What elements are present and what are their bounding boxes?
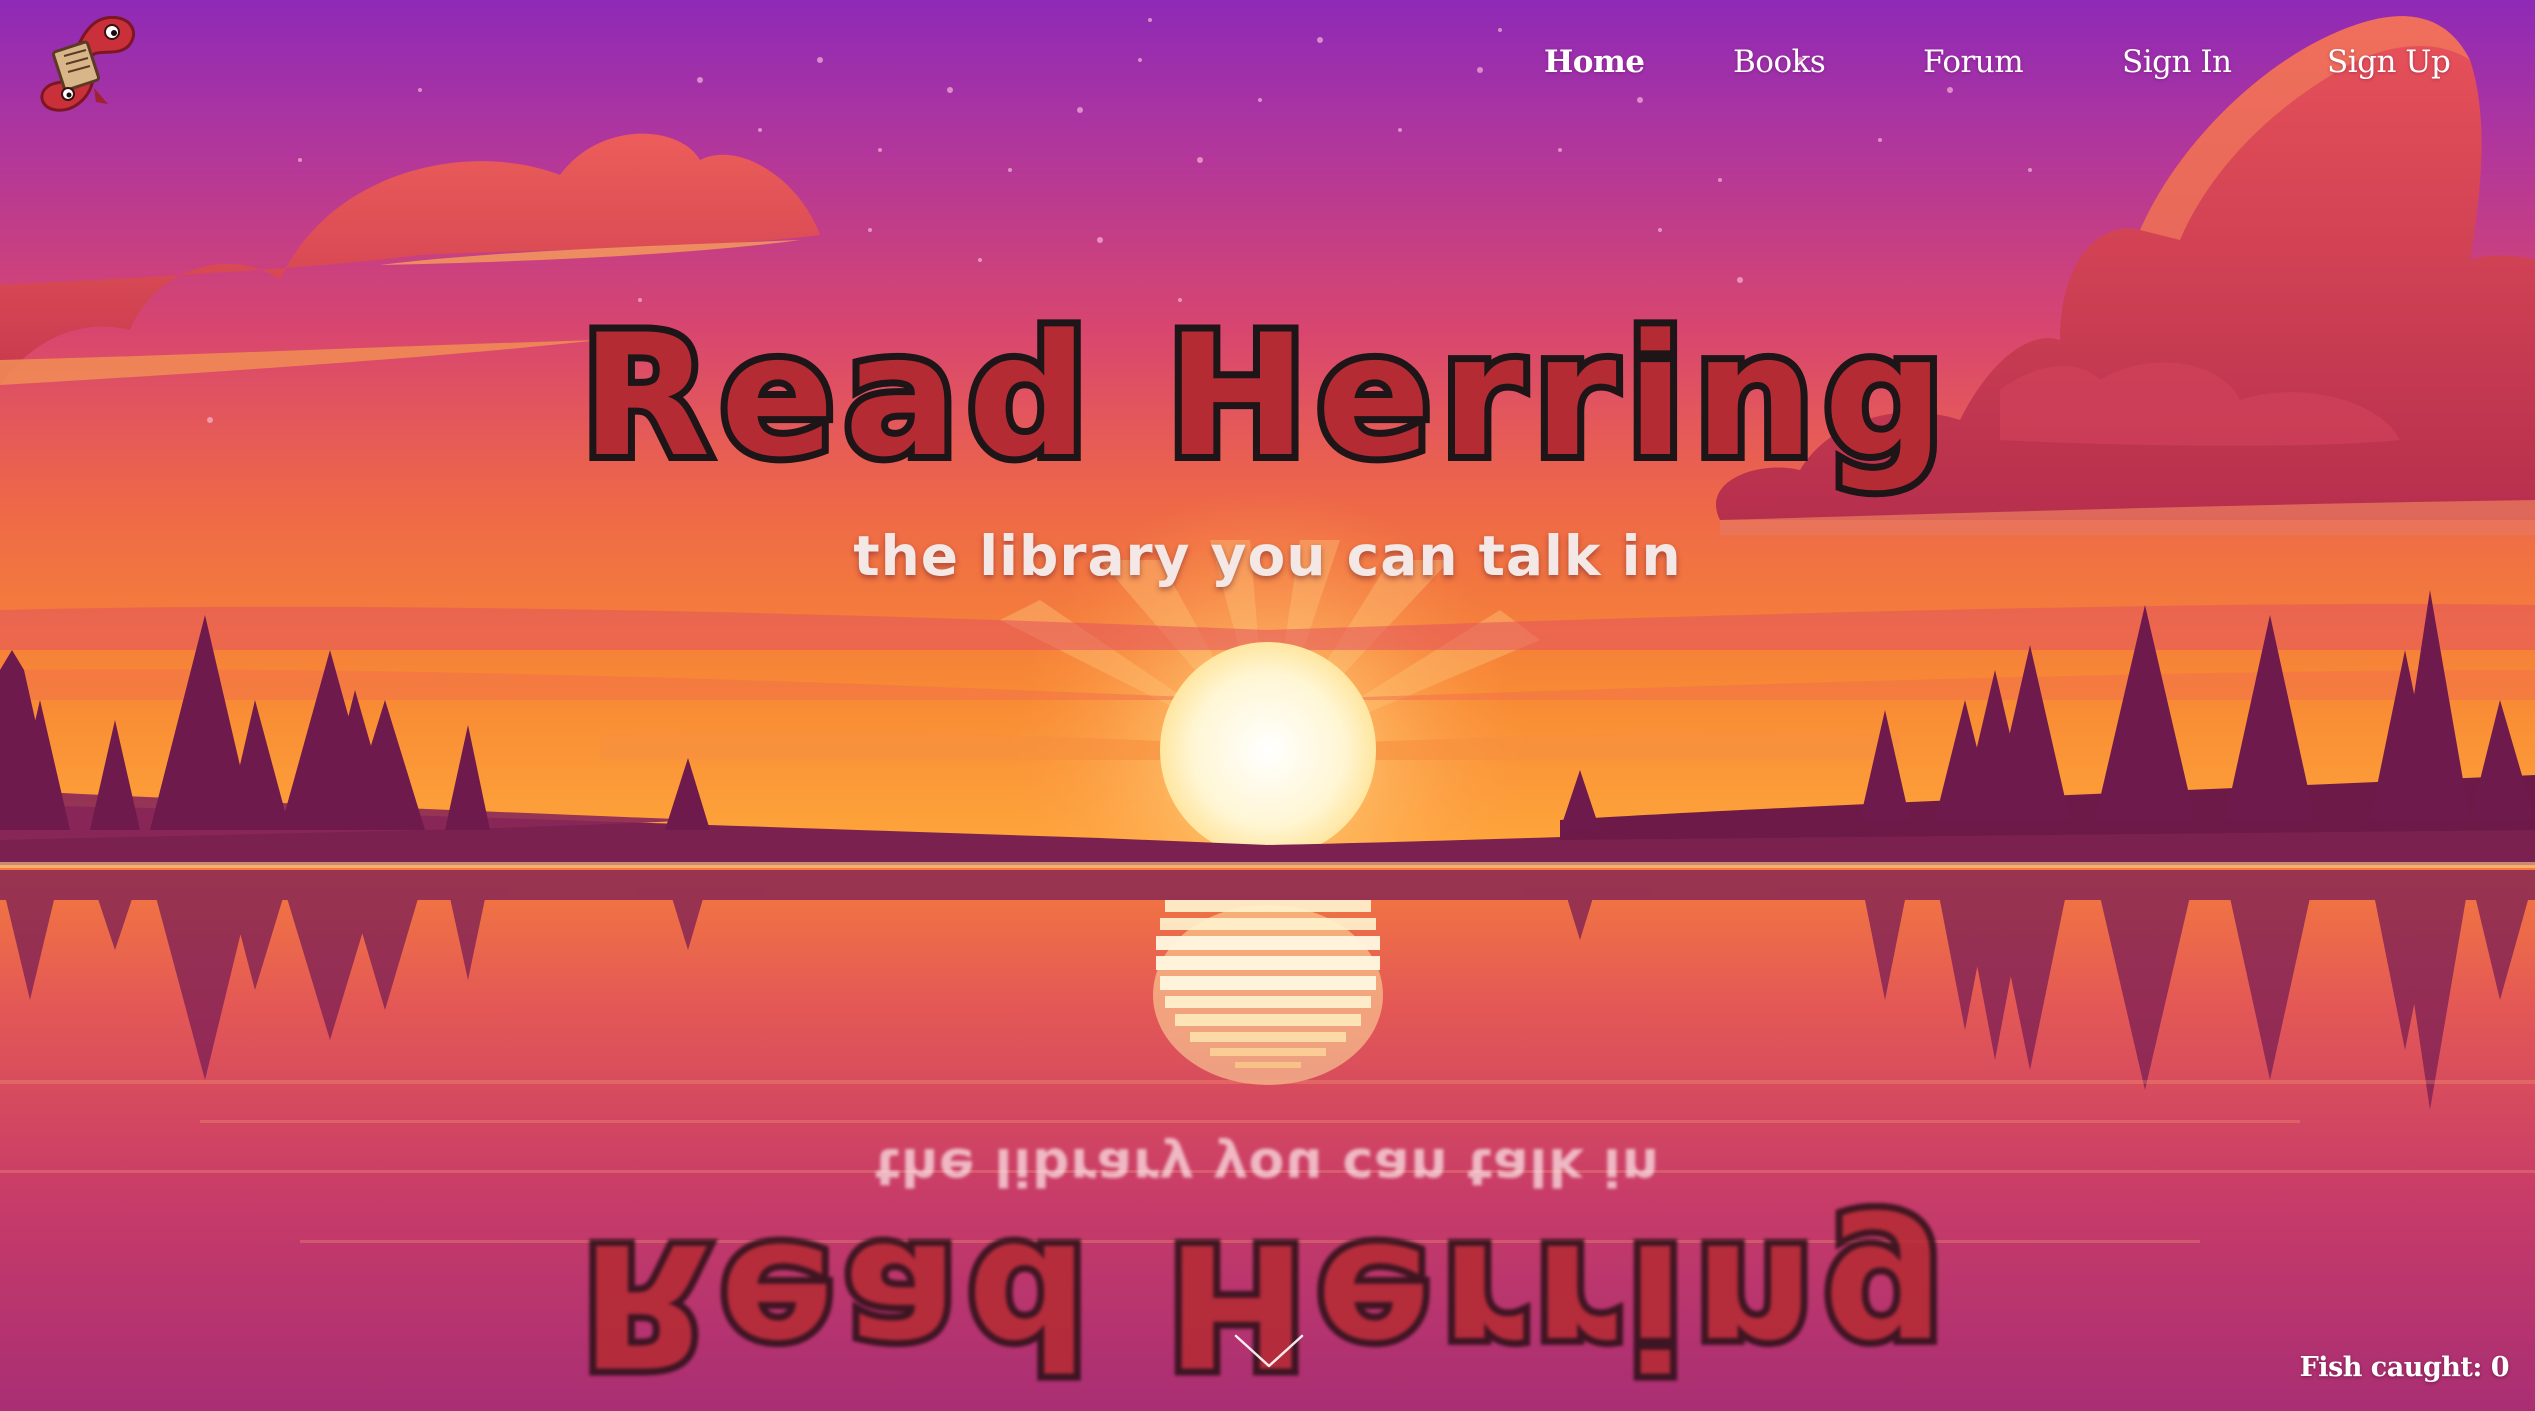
red-herring-logo-icon[interactable] [36,12,146,116]
nav-sign-up-link[interactable]: Sign Up [2327,44,2451,80]
fish-caught-counter: Fish caught: 0 [2299,1352,2510,1383]
nav-sign-in-link[interactable]: Sign In [2122,44,2232,80]
hero-subtitle: the library you can talk in [853,524,1682,588]
sunset-lake-background [0,0,2535,1411]
chevron-down-icon[interactable] [1232,1332,1306,1372]
nav-books-link[interactable]: Books [1733,44,1826,80]
nav-home-link[interactable]: Home [1544,44,1645,80]
nav-forum-link[interactable]: Forum [1923,44,2024,80]
hero-title: Read Herring [574,298,1955,494]
